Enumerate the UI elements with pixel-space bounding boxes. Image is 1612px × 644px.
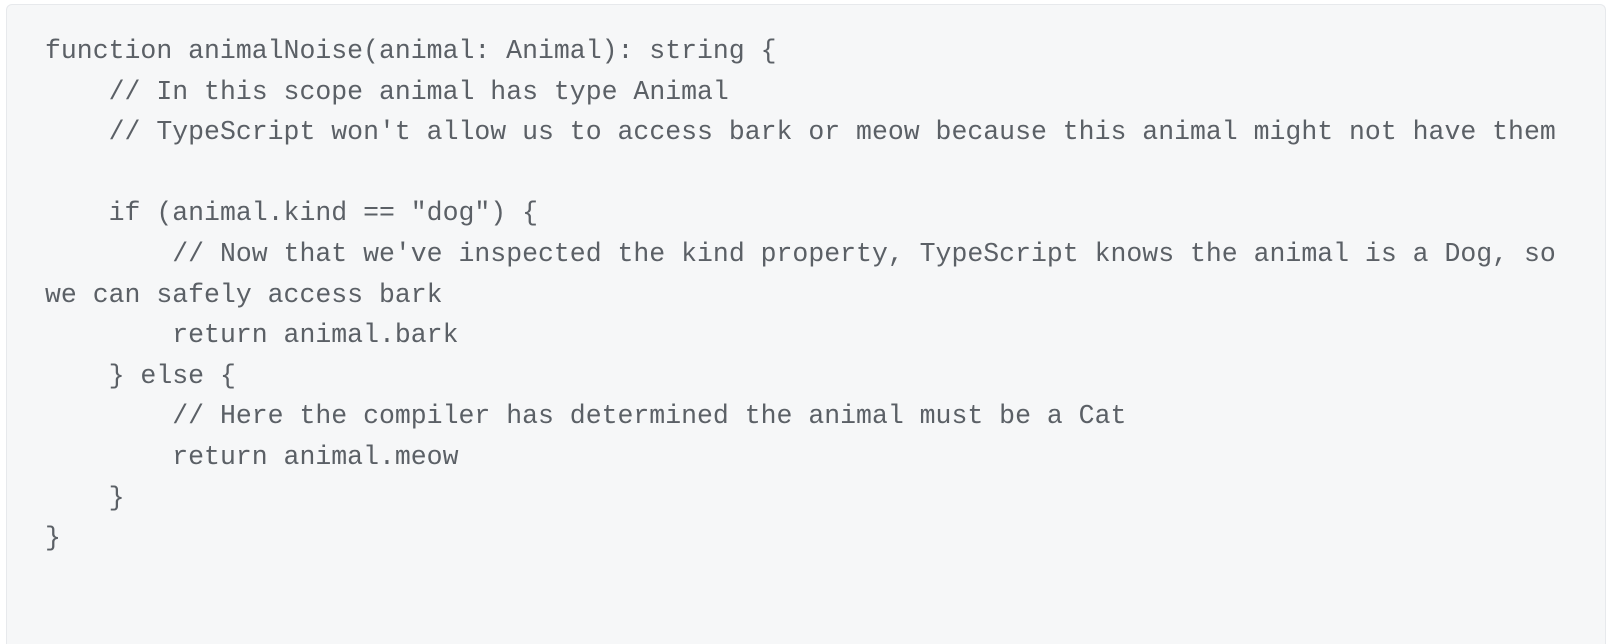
page-root: function animalNoise(animal: Animal): st… — [0, 0, 1612, 644]
code-block: function animalNoise(animal: Animal): st… — [6, 4, 1606, 644]
code-snippet-text: function animalNoise(animal: Animal): st… — [45, 36, 1556, 554]
